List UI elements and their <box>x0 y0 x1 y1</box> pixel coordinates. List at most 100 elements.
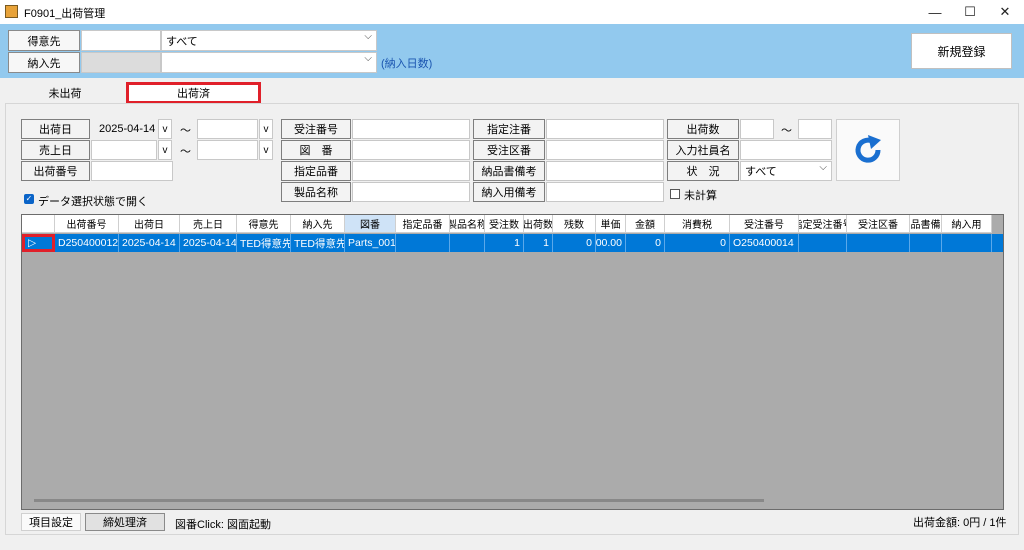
column-header[interactable]: 納入用 <box>942 215 992 233</box>
drawing-no-label: 図 番 <box>281 140 351 160</box>
checkbox-icon[interactable]: ✓ <box>24 194 34 204</box>
uncalc-checkbox[interactable] <box>670 189 680 199</box>
close-button[interactable]: ✕ <box>988 0 1022 24</box>
column-header[interactable]: 得意先 <box>237 215 291 233</box>
table-cell[interactable]: 2025-04-14 <box>119 234 180 252</box>
table-cell[interactable]: Parts_001 <box>345 234 396 252</box>
chevron-down-icon: ⌵ <box>819 162 827 173</box>
delivery-memo-input[interactable] <box>546 182 664 202</box>
delivery-days-label: (納入日数) <box>381 58 433 70</box>
closing-done-button[interactable]: 締処理済 <box>85 513 165 531</box>
column-header[interactable]: 出荷数 <box>524 215 553 233</box>
customer-select-value: すべて <box>166 35 198 48</box>
refresh-button[interactable] <box>836 119 900 181</box>
refresh-icon <box>855 135 881 163</box>
ship-no-label: 出荷番号 <box>21 161 90 181</box>
table-cell[interactable]: TED得意先 <box>291 234 345 252</box>
tab-unshipped[interactable]: 未出荷 <box>5 82 125 104</box>
row-fill <box>992 234 1003 252</box>
column-header[interactable]: 納入先 <box>291 215 345 233</box>
table-cell[interactable] <box>942 234 992 252</box>
table-cell[interactable]: 1000.00 <box>596 234 626 252</box>
table-cell[interactable] <box>396 234 450 252</box>
column-header[interactable]: 金額 <box>626 215 665 233</box>
delivery-code-input <box>81 52 161 73</box>
product-name-input[interactable] <box>352 182 470 202</box>
column-header[interactable]: 出荷番号 <box>55 215 119 233</box>
table-cell[interactable]: 1 <box>524 234 553 252</box>
maximize-button[interactable]: ☐ <box>953 0 987 24</box>
table-cell[interactable] <box>847 234 910 252</box>
sales-date-from-input[interactable] <box>91 140 157 160</box>
tab-shipped[interactable]: 出荷済 <box>126 82 261 104</box>
column-header[interactable]: 指定品番 <box>396 215 450 233</box>
table-cell[interactable] <box>799 234 847 252</box>
table-cell[interactable]: 0 <box>553 234 596 252</box>
status-label: 状 況 <box>667 161 739 181</box>
product-name-label: 製品名称 <box>281 182 351 202</box>
summary-text: 出荷金額: 0円 / 1件 <box>913 517 1007 529</box>
table-cell[interactable]: 0 <box>626 234 665 252</box>
status-select-value: すべて <box>745 166 777 178</box>
sales-date-to-input[interactable] <box>197 140 258 160</box>
ship-date-to-input[interactable] <box>197 119 258 139</box>
column-header[interactable]: 売上日 <box>180 215 237 233</box>
row-indicator[interactable]: ▷ <box>22 234 55 252</box>
new-register-button[interactable]: 新規登録 <box>911 33 1012 69</box>
spec-part-input[interactable] <box>352 161 470 181</box>
customer-select[interactable]: すべて ⌵ <box>161 30 377 51</box>
column-header[interactable]: 受注番号 <box>730 215 799 233</box>
column-header[interactable]: 受注区番 <box>847 215 910 233</box>
column-header[interactable]: 納品書備考 <box>910 215 942 233</box>
sales-date-to-dropdown[interactable]: v <box>259 140 273 160</box>
order-class-input[interactable] <box>546 140 664 160</box>
ship-no-input[interactable] <box>91 161 173 181</box>
column-header[interactable]: 製品名称 <box>450 215 485 233</box>
window-title: F0901_出荷管理 <box>24 8 106 20</box>
sales-date-label: 売上日 <box>21 140 90 160</box>
chevron-down-icon: ⌵ <box>364 53 372 64</box>
qty-from-input[interactable] <box>740 119 774 139</box>
delivery-note-input[interactable] <box>546 161 664 181</box>
column-header[interactable]: 指定受注番号 <box>799 215 847 233</box>
table-cell[interactable]: 1 <box>485 234 524 252</box>
table-cell[interactable]: 0 <box>665 234 730 252</box>
column-header[interactable]: 残数 <box>553 215 596 233</box>
status-select[interactable]: すべて ⌵ <box>740 161 832 181</box>
table-cell[interactable]: D250400012 <box>55 234 119 252</box>
grid-corner <box>22 215 55 233</box>
chevron-down-icon: ⌵ <box>364 31 372 42</box>
horizontal-scrollbar[interactable] <box>34 499 764 502</box>
table-cell[interactable]: TED得意先 <box>237 234 291 252</box>
spec-order-input[interactable] <box>546 119 664 139</box>
table-cell[interactable]: O250400014 <box>730 234 799 252</box>
minimize-button[interactable]: — <box>918 0 952 24</box>
table-cell[interactable] <box>910 234 942 252</box>
customer-code-input[interactable] <box>81 30 161 51</box>
column-settings-button[interactable]: 項目設定 <box>21 513 81 531</box>
column-header[interactable]: 出荷日 <box>119 215 180 233</box>
spec-order-label: 指定注番 <box>473 119 545 139</box>
table-cell[interactable]: 2025-04-14 <box>180 234 237 252</box>
qty-to-input[interactable] <box>798 119 832 139</box>
app-icon <box>5 5 18 18</box>
open-selected-label: データ選択状態で開く <box>38 196 148 208</box>
spec-part-label: 指定品番 <box>281 161 351 181</box>
ship-date-from-picker[interactable] <box>91 119 157 139</box>
column-header[interactable]: 単価 <box>596 215 626 233</box>
column-header[interactable]: 図番 <box>345 215 396 233</box>
column-header[interactable]: 受注数 <box>485 215 524 233</box>
delivery-select[interactable]: ⌵ <box>161 52 377 73</box>
table-cell[interactable] <box>450 234 485 252</box>
employee-input[interactable] <box>740 140 832 160</box>
ship-date-from-dropdown[interactable]: v <box>158 119 172 139</box>
delivery-label: 納入先 <box>8 52 80 73</box>
drawing-no-input[interactable] <box>352 140 470 160</box>
order-no-input[interactable] <box>352 119 470 139</box>
customer-label: 得意先 <box>8 30 80 51</box>
column-header[interactable]: 消費税 <box>665 215 730 233</box>
order-no-label: 受注番号 <box>281 119 351 139</box>
sales-date-from-dropdown[interactable]: v <box>158 140 172 160</box>
ship-date-to-dropdown[interactable]: v <box>259 119 273 139</box>
data-grid[interactable]: 出荷番号出荷日売上日得意先納入先図番指定品番製品名称受注数出荷数残数単価金額消費… <box>21 214 1004 510</box>
